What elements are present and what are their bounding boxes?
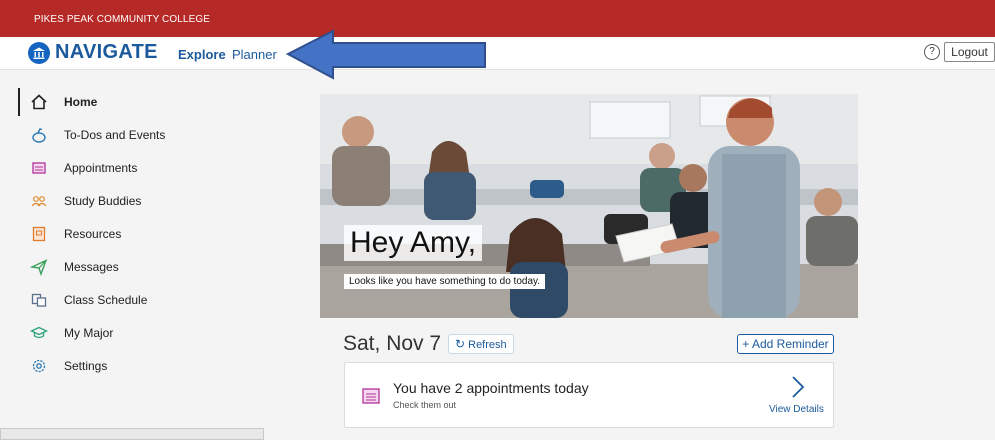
sidebar-item-label: Home [64, 95, 98, 109]
active-indicator [18, 88, 20, 116]
home-icon [30, 93, 48, 111]
help-icon[interactable]: ? [924, 44, 940, 60]
resources-icon [30, 225, 48, 243]
sidebar-item-class-schedule[interactable]: Class Schedule [30, 289, 147, 311]
graduation-cap-icon [30, 324, 48, 342]
add-reminder-button[interactable]: + Add Reminder [737, 334, 834, 354]
sidebar-item-label: Resources [64, 227, 122, 241]
study-buddies-icon [30, 192, 48, 210]
sidebar-item-appointments[interactable]: Appointments [30, 157, 137, 179]
sidebar-item-home[interactable]: Home [30, 91, 97, 113]
class-schedule-icon [30, 291, 48, 309]
sidebar-item-label: To-Dos and Events [64, 128, 166, 142]
sidebar-item-settings[interactable]: Settings [30, 355, 107, 377]
sidebar: Home To-Dos and Events Appointments Stud… [0, 71, 300, 438]
sidebar-item-study-buddies[interactable]: Study Buddies [30, 190, 141, 212]
refresh-label: Refresh [468, 339, 507, 351]
navigate-logo[interactable]: NAVIGATE [28, 41, 158, 64]
sidebar-item-label: Study Buddies [64, 194, 142, 208]
sidebar-item-label: Appointments [64, 161, 138, 175]
appointment-card-subtitle: Check them out [393, 400, 457, 410]
messages-icon [30, 258, 48, 276]
sidebar-item-messages[interactable]: Messages [30, 256, 119, 278]
greeting-subtext: Looks like you have something to do toda… [344, 274, 546, 289]
appointment-card-title: You have 2 appointments today [393, 380, 589, 396]
sidebar-item-resources[interactable]: Resources [30, 223, 121, 245]
navigation-bar: NAVIGATE Explore Planner ? Logout [0, 37, 995, 70]
college-name: PIKES PEAK COMMUNITY COLLEGE [34, 14, 210, 25]
annotation-arrow [286, 29, 486, 80]
logout-button[interactable]: Logout [944, 42, 995, 62]
todo-icon [30, 126, 48, 144]
sidebar-item-label: Messages [64, 260, 119, 274]
refresh-icon: ↻ [455, 337, 466, 351]
greeting-heading: Hey Amy, [344, 225, 483, 261]
sidebar-item-my-major[interactable]: My Major [30, 322, 113, 344]
sidebar-item-label: Class Schedule [64, 293, 148, 307]
refresh-button[interactable]: ↻ Refresh [448, 334, 514, 354]
nav-explore-link[interactable]: Explore [178, 47, 226, 62]
institution-icon [28, 41, 50, 64]
chevron-right-icon[interactable] [791, 375, 805, 404]
nav-planner-link[interactable]: Planner [232, 47, 277, 62]
appointments-icon [361, 387, 381, 410]
top-banner: PIKES PEAK COMMUNITY COLLEGE [0, 0, 995, 37]
sidebar-item-todos[interactable]: To-Dos and Events [30, 124, 165, 146]
gear-icon [30, 357, 48, 375]
view-details-link[interactable]: View Details [769, 404, 824, 415]
sidebar-item-label: My Major [64, 326, 114, 340]
status-url-tooltip [0, 428, 264, 440]
appointment-card[interactable]: You have 2 appointments today Check them… [344, 362, 834, 428]
sidebar-item-label: Settings [64, 359, 108, 373]
appointments-icon [30, 159, 48, 177]
current-date: Sat, Nov 7 [343, 332, 442, 355]
app-title: NAVIGATE [55, 41, 158, 63]
